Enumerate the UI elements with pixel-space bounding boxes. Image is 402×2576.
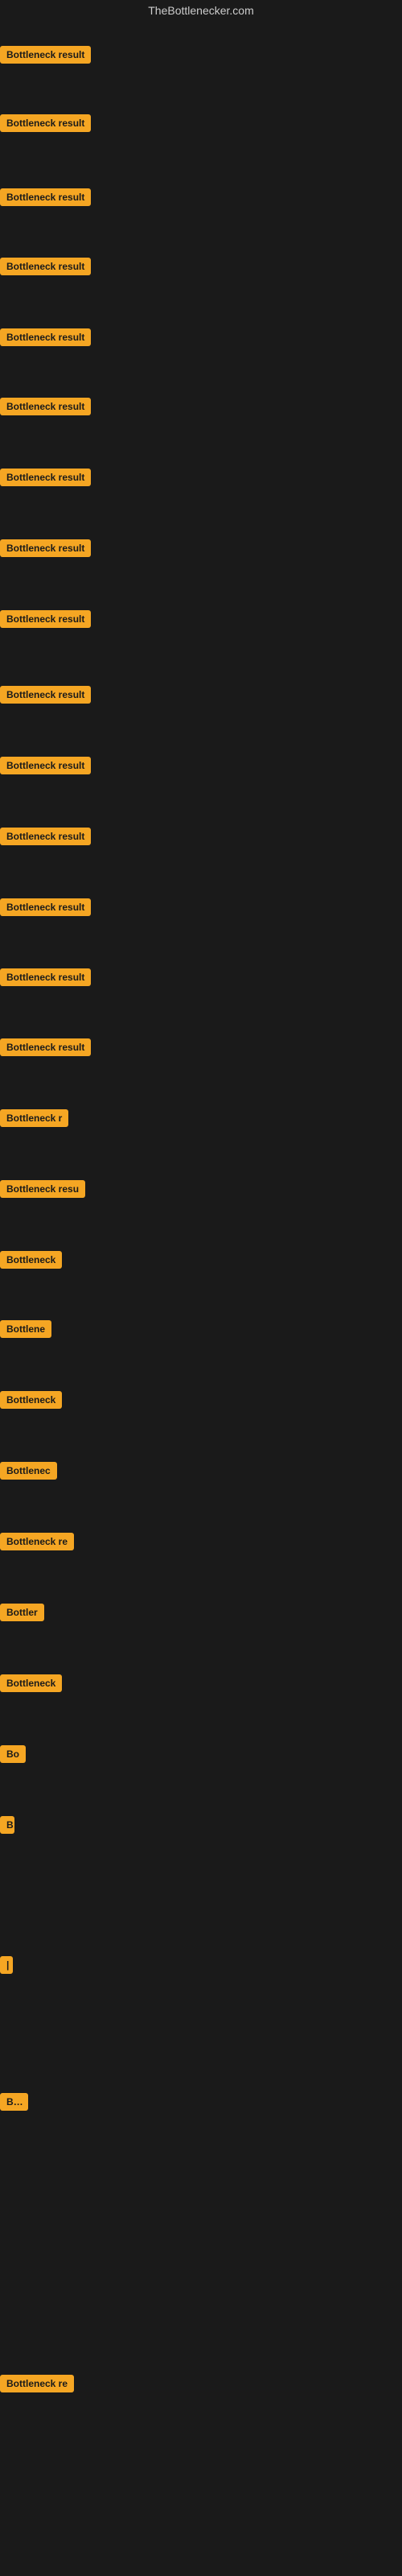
result-item-8: Bottleneck result <box>0 539 91 561</box>
bottleneck-badge-16[interactable]: Bottleneck r <box>0 1109 68 1127</box>
result-item-7: Bottleneck result <box>0 469 91 490</box>
result-item-15: Bottleneck result <box>0 1038 91 1060</box>
result-item-18: Bottleneck <box>0 1251 62 1273</box>
result-item-12: Bottleneck result <box>0 828 91 849</box>
bottleneck-badge-22[interactable]: Bottleneck re <box>0 1533 74 1550</box>
bottleneck-badge-27[interactable]: | <box>0 1956 13 1974</box>
result-item-3: Bottleneck result <box>0 188 91 210</box>
result-item-6: Bottleneck result <box>0 398 91 419</box>
result-item-11: Bottleneck result <box>0 757 91 778</box>
result-item-22: Bottleneck re <box>0 1533 74 1554</box>
bottleneck-badge-23[interactable]: Bottler <box>0 1604 44 1621</box>
result-item-24: Bottleneck <box>0 1674 62 1696</box>
bottleneck-badge-14[interactable]: Bottleneck result <box>0 968 91 986</box>
bottleneck-badge-28[interactable]: Bot <box>0 2093 28 2111</box>
result-item-5: Bottleneck result <box>0 328 91 350</box>
bottleneck-badge-6[interactable]: Bottleneck result <box>0 398 91 415</box>
result-item-28: Bot <box>0 2093 28 2115</box>
result-item-10: Bottleneck result <box>0 686 91 708</box>
bottleneck-badge-4[interactable]: Bottleneck result <box>0 258 91 275</box>
bottleneck-badge-5[interactable]: Bottleneck result <box>0 328 91 346</box>
bottleneck-badge-2[interactable]: Bottleneck result <box>0 114 91 132</box>
bottleneck-badge-20[interactable]: Bottleneck <box>0 1391 62 1409</box>
result-item-21: Bottlenec <box>0 1462 57 1484</box>
bottleneck-badge-26[interactable]: B <box>0 1816 14 1834</box>
result-item-17: Bottleneck resu <box>0 1180 85 1202</box>
bottleneck-badge-8[interactable]: Bottleneck result <box>0 539 91 557</box>
result-item-16: Bottleneck r <box>0 1109 68 1131</box>
result-item-4: Bottleneck result <box>0 258 91 279</box>
result-item-27: | <box>0 1956 13 1978</box>
result-item-19: Bottlene <box>0 1320 51 1342</box>
result-item-14: Bottleneck result <box>0 968 91 990</box>
result-item-1: Bottleneck result <box>0 46 91 68</box>
bottleneck-badge-7[interactable]: Bottleneck result <box>0 469 91 486</box>
bottleneck-badge-13[interactable]: Bottleneck result <box>0 898 91 916</box>
site-title: TheBottlenecker.com <box>148 4 254 17</box>
result-item-2: Bottleneck result <box>0 114 91 136</box>
bottleneck-badge-25[interactable]: Bo <box>0 1745 26 1763</box>
result-item-29: Bottleneck re <box>0 2375 74 2396</box>
result-item-26: B <box>0 1816 14 1838</box>
result-item-25: Bo <box>0 1745 26 1767</box>
bottleneck-badge-9[interactable]: Bottleneck result <box>0 610 91 628</box>
bottleneck-badge-3[interactable]: Bottleneck result <box>0 188 91 206</box>
result-item-13: Bottleneck result <box>0 898 91 920</box>
result-item-20: Bottleneck <box>0 1391 62 1413</box>
bottleneck-badge-11[interactable]: Bottleneck result <box>0 757 91 774</box>
bottleneck-badge-24[interactable]: Bottleneck <box>0 1674 62 1692</box>
bottleneck-badge-10[interactable]: Bottleneck result <box>0 686 91 704</box>
result-item-9: Bottleneck result <box>0 610 91 632</box>
bottleneck-badge-18[interactable]: Bottleneck <box>0 1251 62 1269</box>
bottleneck-badge-12[interactable]: Bottleneck result <box>0 828 91 845</box>
bottleneck-badge-15[interactable]: Bottleneck result <box>0 1038 91 1056</box>
bottleneck-badge-1[interactable]: Bottleneck result <box>0 46 91 64</box>
bottleneck-badge-21[interactable]: Bottlenec <box>0 1462 57 1480</box>
bottleneck-badge-29[interactable]: Bottleneck re <box>0 2375 74 2392</box>
bottleneck-badge-17[interactable]: Bottleneck resu <box>0 1180 85 1198</box>
bottleneck-badge-19[interactable]: Bottlene <box>0 1320 51 1338</box>
result-item-23: Bottler <box>0 1604 44 1625</box>
